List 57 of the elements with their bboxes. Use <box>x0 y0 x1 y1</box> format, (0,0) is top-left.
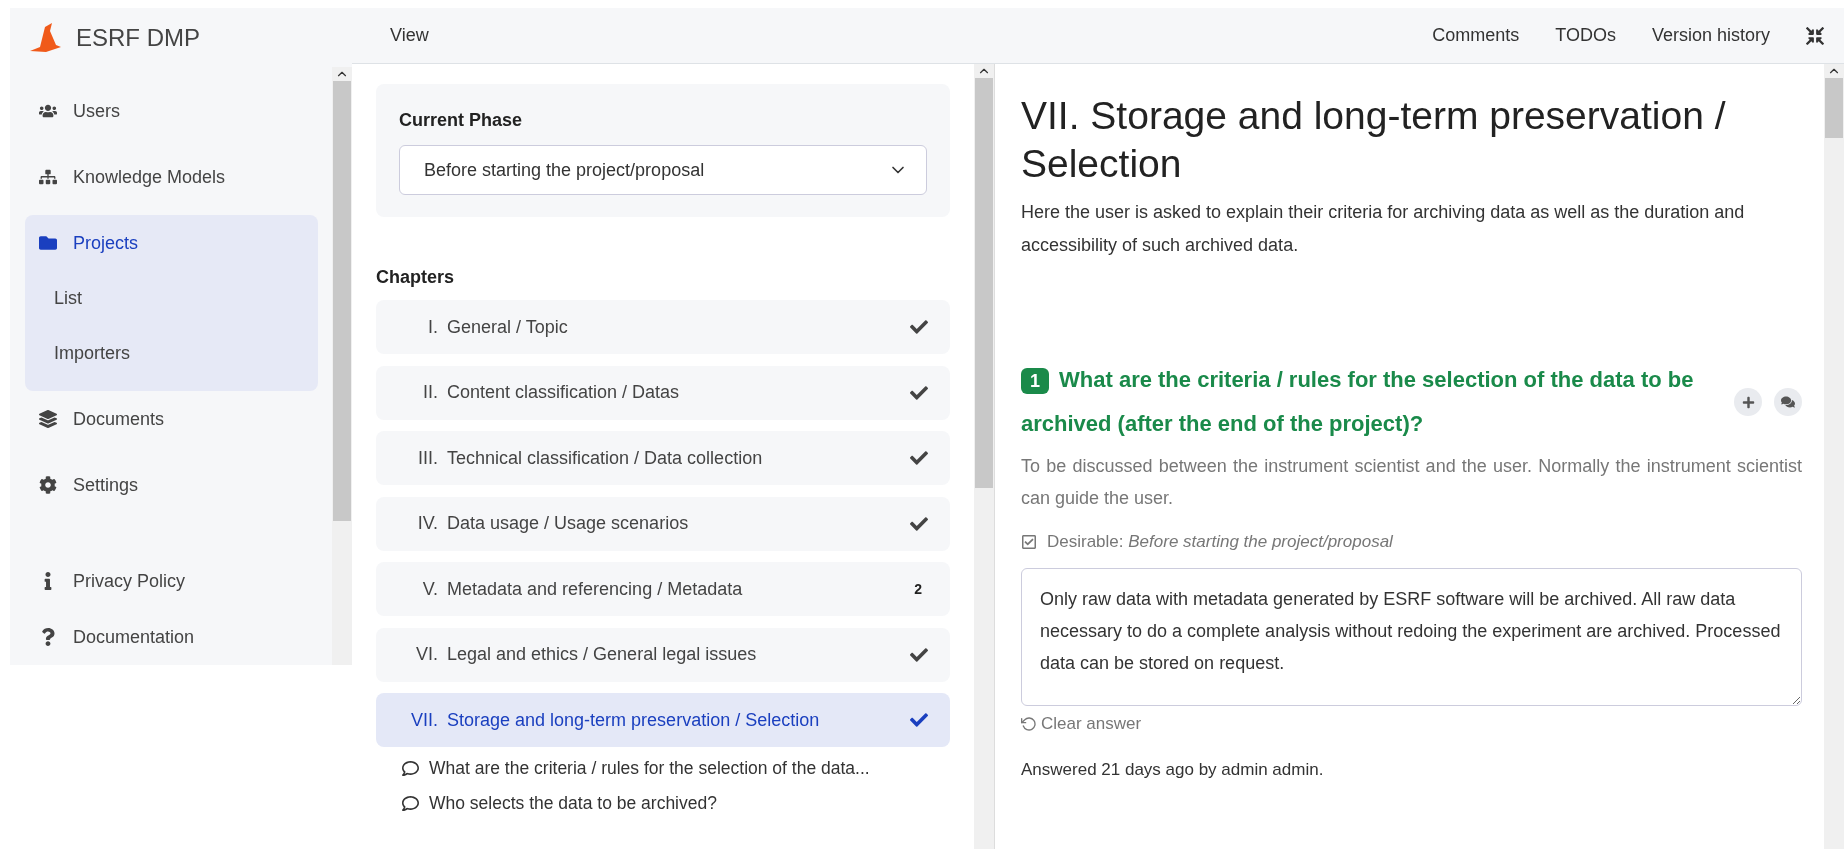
question-hint: To be discussed between the instrument scientist and the user. Normally the instrument scientist can guide the user. <box>1021 455 1802 510</box>
sidebar-subitem[interactable]: List <box>25 271 318 326</box>
chapter-item[interactable]: II. Content classification / Datas <box>376 365 950 420</box>
scrollbar[interactable] <box>332 67 352 665</box>
toolbar-link[interactable]: Comments <box>1432 25 1520 46</box>
wizard-hat-logo <box>28 22 62 53</box>
chapter-item[interactable]: III. Technical classification / Data collection <box>376 431 950 485</box>
sidebar-subitem[interactable]: Importers <box>25 326 318 381</box>
sidebar-item[interactable]: Privacy Policy <box>25 553 318 609</box>
menu-item[interactable]: View <box>390 25 429 46</box>
sidebar-item[interactable]: Documentation <box>25 609 318 665</box>
chapter-item[interactable]: I. General / Topic <box>376 300 950 354</box>
scrollbar[interactable] <box>974 64 994 849</box>
comments-icon <box>1781 395 1795 409</box>
app-name: ESRF DMP <box>76 23 200 52</box>
phase-label: Current Phase <box>399 110 524 131</box>
sidebar-item[interactable]: Documents <box>25 391 318 447</box>
scrollbar-thumb[interactable] <box>975 78 993 488</box>
sidebar-item[interactable]: Knowledge Models <box>25 149 318 205</box>
question-link[interactable]: Who selects the data to be archived? <box>376 785 950 821</box>
desirable-label: Desirable: Before starting the project/proposal <box>1047 532 1393 552</box>
chapter-item[interactable]: V. Metadata and referencing / Metadata 2 <box>376 562 950 616</box>
checkbox-icon <box>1021 534 1037 550</box>
nav-icon <box>39 234 57 252</box>
plus-icon <box>1741 395 1755 409</box>
comment-icon <box>402 759 419 777</box>
answered-info: Answered 21 days ago by admin admin. <box>1021 760 1325 780</box>
section-heading: Chapters <box>376 267 456 288</box>
phase-select[interactable]: Before starting the project/proposal <box>399 145 927 195</box>
chapter-description: Here the user is asked to explain their criteria for archiving data as well as the duration and accessibility of such archived data. <box>1021 201 1746 257</box>
scrollbar-thumb[interactable] <box>333 81 351 521</box>
nav-icon <box>39 476 57 494</box>
nav-icon <box>39 628 57 646</box>
question-title: 1 What are the criteria / rules for the selection of the data to be archived (after the end of the project)? <box>1021 366 1695 438</box>
scrollbar[interactable] <box>1824 64 1844 849</box>
comments-button[interactable] <box>1774 388 1802 416</box>
clear-answer-button[interactable]: Clear answer <box>1021 714 1142 734</box>
comment-icon <box>402 794 419 812</box>
question-link[interactable]: What are the criteria / rules for the selection of the data... <box>376 750 950 786</box>
collapse-icon[interactable] <box>1806 26 1824 45</box>
count-label: 2 <box>914 581 922 597</box>
toolbar-link[interactable]: TODOs <box>1555 25 1616 46</box>
sidebar-item[interactable]: Projects <box>25 215 318 271</box>
add-button[interactable] <box>1734 388 1762 416</box>
chapter-title: VII. Storage and long-term preservation / Selection <box>1021 93 1727 187</box>
nav-icon <box>39 168 57 186</box>
sidebar-item[interactable]: Settings <box>25 457 318 513</box>
nav-icon <box>39 102 57 120</box>
chapter-item[interactable]: IV. Data usage / Usage scenarios <box>376 496 950 551</box>
toolbar-link[interactable]: Version history <box>1651 25 1770 46</box>
answer-field[interactable]: Only raw data with metadata generated by ESRF software will be archived. All raw data necessary to do a complete analysis without redoing the experiment are archived. Processed data can be stored on request. <box>1021 568 1802 706</box>
sidebar-item[interactable]: Users <box>25 83 318 139</box>
chapter-item[interactable]: VII. Storage and long-term preservation / Selection <box>376 693 950 747</box>
scrollbar-thumb[interactable] <box>1825 78 1843 138</box>
chapter-item[interactable]: VI. Legal and ethics / General legal issues <box>376 627 950 682</box>
nav-icon <box>39 410 57 428</box>
undo-icon <box>1021 716 1037 732</box>
